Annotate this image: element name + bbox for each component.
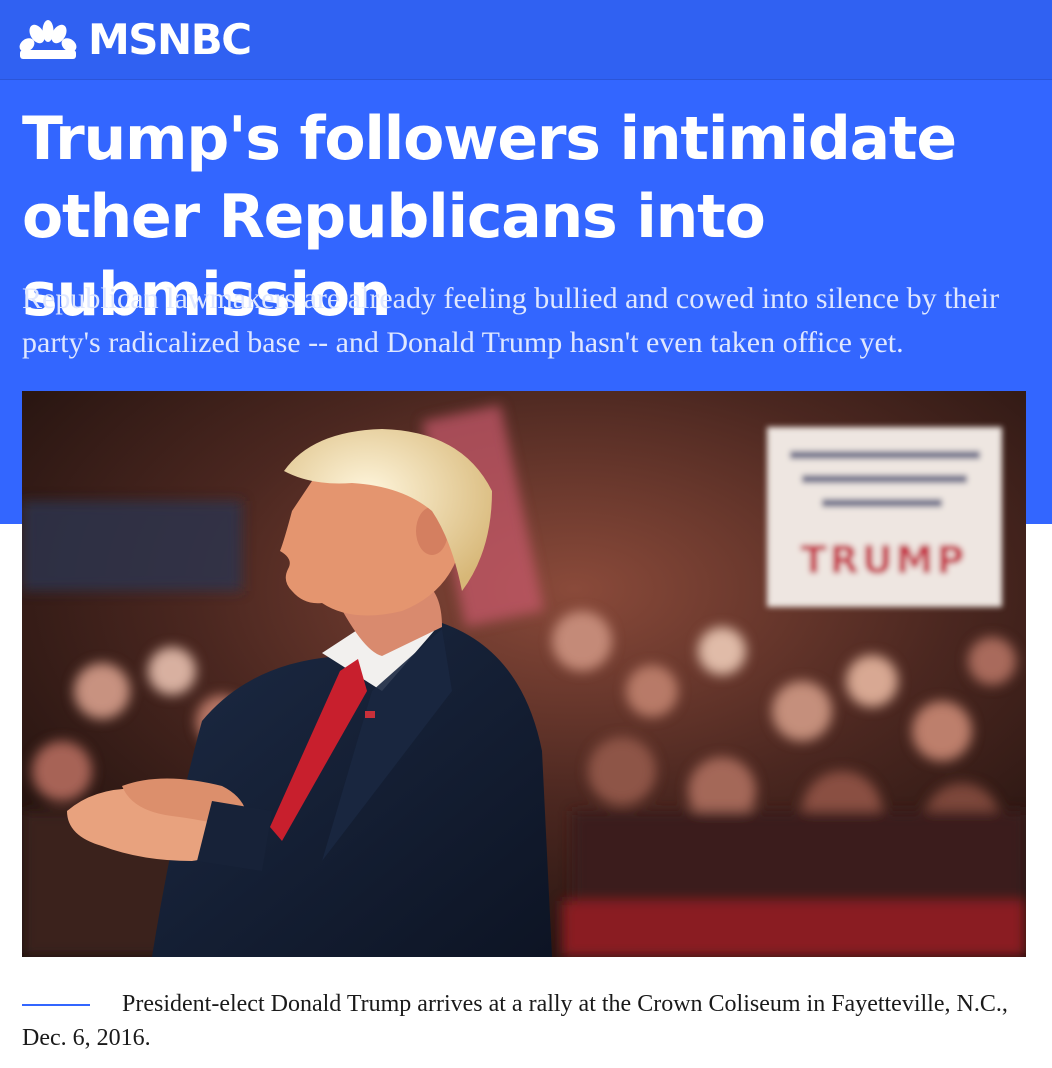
brand-wordmark: MSNBC [88,15,252,64]
article-dek: Republican lawmakers are already feeling… [22,282,1000,359]
site-header: MSNBC [0,0,1052,80]
svg-text:TRUMP: TRUMP [801,538,968,582]
lead-photo: TRUMP [22,391,1026,957]
peacock-icon [18,20,84,60]
rally-sign: TRUMP [767,427,1002,607]
photo-caption: President-elect Donald Trump arrives at … [22,991,1008,1051]
msnbc-logo[interactable]: MSNBC [18,14,252,66]
